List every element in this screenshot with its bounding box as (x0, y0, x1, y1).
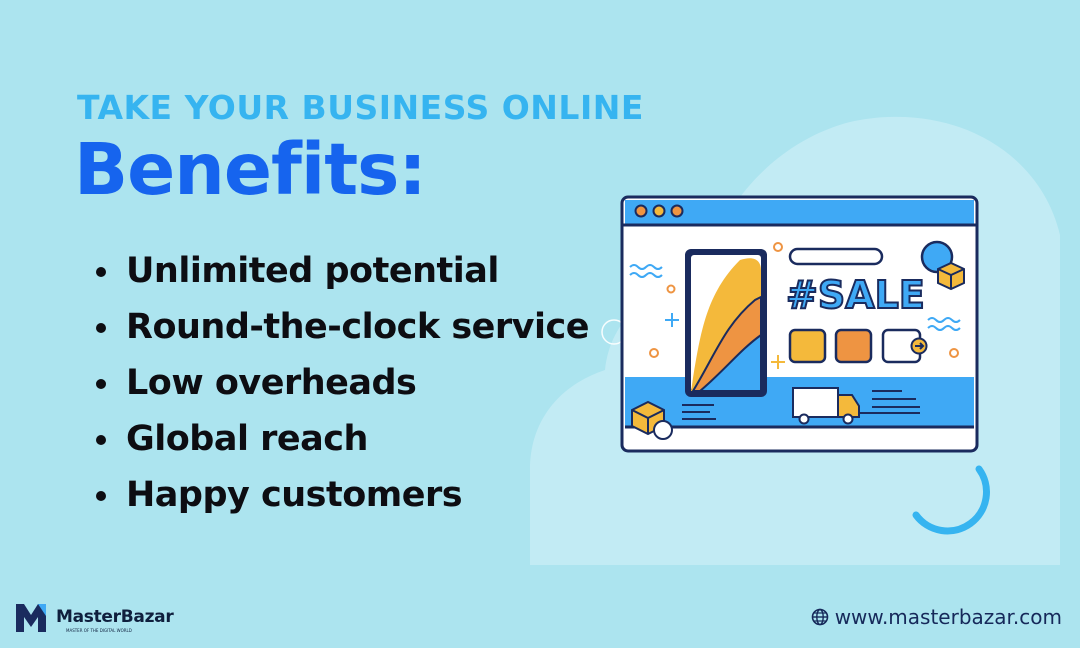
bullet-icon (96, 491, 106, 501)
page-title: Benefits: (74, 128, 427, 211)
box-icon (937, 261, 965, 291)
bullet-icon (96, 379, 106, 389)
globe-icon (811, 608, 829, 626)
loader-arc-icon (912, 465, 990, 535)
window-controls-icon (634, 204, 684, 218)
list-item: Low overheads (96, 355, 589, 411)
kicker-heading: TAKE YOUR BUSINESS ONLINE (77, 88, 644, 127)
bullet-icon (96, 435, 106, 445)
bullet-icon (96, 323, 106, 333)
brand-name: MasterBazar (56, 607, 174, 627)
website-url: www.masterbazar.com (834, 605, 1062, 629)
master-bazar-logo-icon (16, 604, 46, 632)
phone-icon (685, 249, 767, 397)
sale-label: #SALE (786, 273, 925, 317)
list-item: Happy customers (96, 467, 589, 523)
arrow-right-icon (910, 337, 928, 355)
benefits-list: Unlimited potential Round-the-clock serv… (96, 243, 589, 523)
list-item: Round-the-clock service (96, 299, 589, 355)
list-item: Unlimited potential (96, 243, 589, 299)
bullet-icon (96, 267, 106, 277)
brand-tagline: MASTER OF THE DIGITAL WORLD (66, 628, 132, 633)
online-store-illustration: #SALE (620, 195, 990, 535)
brand-logo[interactable]: MasterBazar MASTER OF THE DIGITAL WORLD (14, 600, 174, 634)
website-link[interactable]: www.masterbazar.com (811, 605, 1062, 629)
list-item: Global reach (96, 411, 589, 467)
